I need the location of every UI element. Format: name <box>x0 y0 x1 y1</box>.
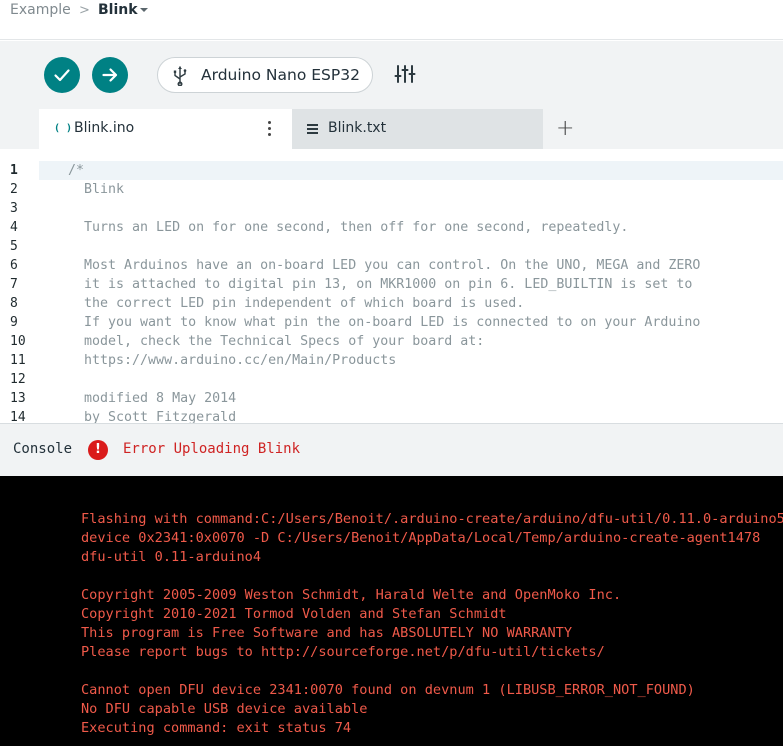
line-number: 14 <box>10 410 26 423</box>
tab-label: Blink.txt <box>328 120 387 136</box>
code-line[interactable] <box>39 370 783 389</box>
board-name: Arduino Nano ESP32 <box>201 66 360 84</box>
console-line: Copyright 2010-2021 Tormod Volden and St… <box>81 606 507 622</box>
console-line: Please report bugs to http://sourceforge… <box>81 644 605 660</box>
breadcrumb-current-sketch[interactable]: Blink <box>98 2 138 18</box>
console-line: device 0x2341:0x0070 -D C:/Users/Benoit/… <box>81 530 761 546</box>
line-number: 3 <box>10 201 18 216</box>
line-number: 4 <box>10 220 18 235</box>
breadcrumb-separator: > <box>79 3 90 18</box>
board-selector[interactable]: Arduino Nano ESP32 <box>157 57 373 93</box>
console-line: Copyright 2005-2009 Weston Schmidt, Hara… <box>81 587 622 603</box>
code-line[interactable]: Turns an LED on for one second, then off… <box>39 218 783 237</box>
tab-blink-ino[interactable]: ( ) Blink.ino <box>39 109 292 150</box>
console-line: No DFU capable USB device available <box>81 701 368 717</box>
sliders-icon[interactable] <box>394 64 416 84</box>
tab-bar: ( ) Blink.ino Blink.txt + <box>0 109 783 150</box>
line-number: 2 <box>10 182 18 197</box>
line-number: 8 <box>10 296 18 311</box>
usb-icon <box>173 66 187 86</box>
code-line[interactable] <box>39 199 783 218</box>
breadcrumb-root[interactable]: Example <box>10 2 71 18</box>
code-line[interactable]: by Scott Fitzgerald <box>39 408 783 423</box>
line-number: 6 <box>10 258 18 273</box>
toolbar: Arduino Nano ESP32 <box>0 41 783 109</box>
code-line[interactable]: https://www.arduino.cc/en/Main/Products <box>39 351 783 370</box>
console-output[interactable]: Flashing with command:C:/Users/Benoit/.a… <box>0 476 783 746</box>
tab-blink-txt[interactable]: Blink.txt <box>292 109 543 149</box>
upload-button[interactable] <box>92 57 128 93</box>
code-lines[interactable]: /* Blink Turns an LED on for one second,… <box>39 161 783 423</box>
code-line[interactable]: Most Arduinos have an on-board LED you c… <box>39 256 783 275</box>
line-number: 7 <box>10 277 18 292</box>
line-number-gutter: 1 2 3 4 5 6 7 8 9 10 11 12 13 14 <box>0 161 39 423</box>
line-number: 12 <box>10 372 26 387</box>
console-header: Console ! Error Uploading Blink <box>0 423 783 476</box>
add-tab-button[interactable]: + <box>556 118 574 140</box>
tab-label: Blink.ino <box>74 120 135 136</box>
check-icon <box>54 69 70 82</box>
code-line[interactable] <box>39 237 783 256</box>
code-line[interactable]: it is attached to digital pin 13, on MKR… <box>39 275 783 294</box>
console-line: Executing command: exit status 74 <box>81 720 352 736</box>
code-line[interactable]: the correct LED pin independent of which… <box>39 294 783 313</box>
breadcrumb: Example > Blink <box>0 0 783 40</box>
console-title: Console <box>13 441 73 457</box>
code-line[interactable]: Blink <box>39 180 783 199</box>
line-number: 11 <box>10 353 26 368</box>
code-line[interactable]: /* <box>39 161 783 180</box>
more-options-icon[interactable] <box>268 121 272 137</box>
ino-file-icon: ( ) <box>54 123 73 134</box>
arrow-right-icon <box>102 68 118 82</box>
console-line: Flashing with command:C:/Users/Benoit/.a… <box>81 511 783 527</box>
code-line[interactable]: modified 8 May 2014 <box>39 389 783 408</box>
line-number: 10 <box>10 334 26 349</box>
line-number: 5 <box>10 239 18 254</box>
code-line[interactable]: model, check the Technical Specs of your… <box>39 332 783 351</box>
line-number: 9 <box>10 315 18 330</box>
console-line: dfu-util 0.11-arduino4 <box>81 549 262 565</box>
console-line: Cannot open DFU device 2341:0070 found o… <box>81 682 695 698</box>
code-editor[interactable]: 1 2 3 4 5 6 7 8 9 10 11 12 13 14 /* Blin… <box>0 149 783 423</box>
error-icon: ! <box>88 440 108 460</box>
text-file-icon <box>307 124 318 136</box>
line-number: 1 <box>10 163 18 178</box>
verify-button[interactable] <box>44 57 80 93</box>
chevron-down-icon[interactable] <box>140 8 148 12</box>
code-line[interactable]: If you want to know what pin the on-boar… <box>39 313 783 332</box>
console-line: This program is Free Software and has AB… <box>81 625 573 641</box>
console-status-text: Error Uploading Blink <box>123 441 301 457</box>
line-number: 13 <box>10 391 26 406</box>
